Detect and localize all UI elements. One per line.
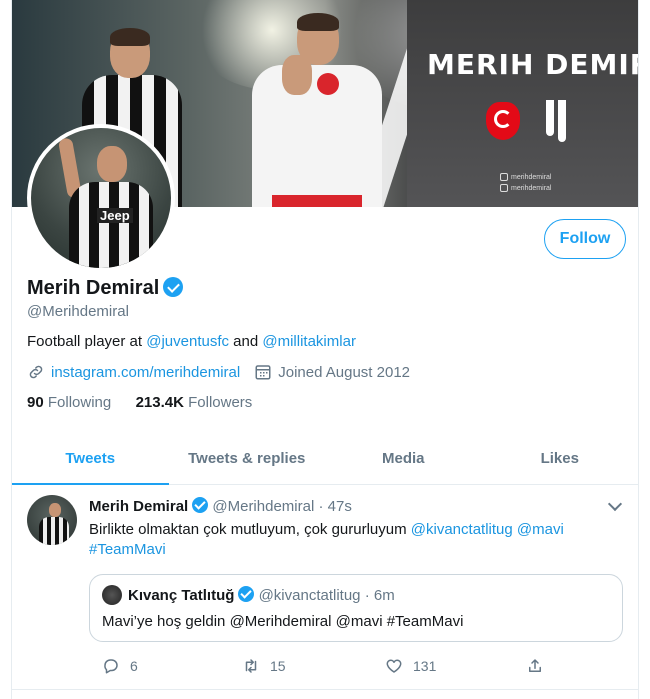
heart-icon	[386, 659, 402, 673]
tweet-avatar[interactable]	[27, 495, 77, 545]
quote-time: 6m	[373, 587, 395, 604]
tweet-handle: @Merihdemiral	[212, 498, 315, 515]
like-count: 131	[413, 658, 437, 674]
share-button[interactable]	[526, 657, 554, 675]
calendar-icon	[255, 365, 271, 380]
avatar-jersey-text: Jeep	[97, 208, 133, 223]
mention-mavi[interactable]: @mavi	[517, 521, 564, 538]
tweet[interactable]: Merih Demiral @Merihdemiral · 47s Birlik…	[12, 485, 638, 699]
retweet-button[interactable]: 15	[242, 657, 286, 675]
bio-link-millitakimlar[interactable]: @millitakimlar	[262, 333, 356, 350]
website-link[interactable]: instagram.com/merihdemiral	[51, 364, 240, 381]
juventus-logo-icon	[540, 100, 574, 144]
banner-player-turkey	[242, 13, 392, 207]
joined-date: Joined August 2012	[278, 363, 411, 381]
tab-tweets[interactable]: Tweets	[12, 433, 169, 485]
quote-handle: @kivanctatlitug	[258, 587, 361, 604]
tff-crest-icon	[486, 102, 520, 140]
chevron-down-icon[interactable]	[607, 496, 623, 512]
facebook-icon	[500, 184, 508, 193]
bio-link-juventusfc[interactable]: @juventusfc	[146, 333, 229, 350]
tab-tweets-replies[interactable]: Tweets & replies	[169, 433, 326, 484]
follow-button[interactable]: Follow	[544, 219, 626, 259]
tweet-author[interactable]: Merih Demiral	[89, 498, 188, 515]
profile-handle: @Merihdemiral	[27, 303, 129, 320]
tab-media[interactable]: Media	[325, 433, 482, 484]
tweet-header: Merih Demiral @Merihdemiral · 47s	[89, 497, 352, 515]
quoted-tweet[interactable]: Kıvanç Tatlıtuğ @kivanctatlitug · 6m Mav…	[89, 574, 623, 642]
followers-stat[interactable]: 213.4K Followers	[136, 394, 253, 411]
banner-name-text: MERIH DEMIRAL	[427, 48, 638, 81]
profile-avatar[interactable]: Jeep	[27, 124, 175, 272]
share-icon	[529, 659, 541, 672]
reply-button[interactable]: 6	[102, 657, 138, 675]
like-button[interactable]: 131	[385, 657, 436, 675]
mention-kivanctatlitug[interactable]: @kivanctatlitug	[411, 521, 513, 538]
verified-badge-icon	[163, 277, 184, 297]
divider	[12, 689, 638, 690]
profile-tabs: Tweets Tweets & replies Media Likes	[12, 433, 638, 485]
reply-count: 6	[130, 658, 138, 674]
display-name: Merih Demiral	[27, 277, 184, 300]
tweet-time[interactable]: 47s	[328, 498, 352, 515]
quote-author: Kıvanç Tatlıtuğ	[128, 587, 235, 604]
reply-icon	[104, 659, 118, 674]
profile-stats: 90 Following 213.4K Followers	[27, 394, 252, 411]
retweet-icon	[245, 659, 257, 673]
quote-text: Mavi’ye hoş geldin @Merihdemiral @mavi #…	[102, 613, 464, 630]
quote-header: Kıvanç Tatlıtuğ @kivanctatlitug · 6m	[128, 586, 395, 604]
verified-badge-icon	[192, 497, 209, 513]
profile-meta: instagram.com/merihdemiral Joined August…	[27, 363, 410, 381]
tweet-actions: 6 15 131	[89, 657, 569, 681]
banner-socials: merihdemiral merihdemiral	[500, 172, 551, 194]
tab-likes[interactable]: Likes	[482, 433, 639, 484]
link-icon	[29, 365, 43, 379]
retweet-count: 15	[270, 658, 286, 674]
verified-badge-icon	[238, 586, 255, 602]
following-stat[interactable]: 90 Following	[27, 394, 111, 411]
hashtag-teammavi[interactable]: #TeamMavi	[89, 541, 166, 558]
quote-avatar	[102, 585, 122, 605]
profile-bio: Football player at @juventusfc and @mill…	[27, 333, 356, 350]
tweet-text: Birlikte olmaktan çok mutluyum, çok guru…	[89, 521, 564, 558]
profile-frame: MERIH DEMIRAL merihdemiral merihdemiral …	[11, 0, 639, 699]
instagram-icon	[500, 173, 508, 182]
